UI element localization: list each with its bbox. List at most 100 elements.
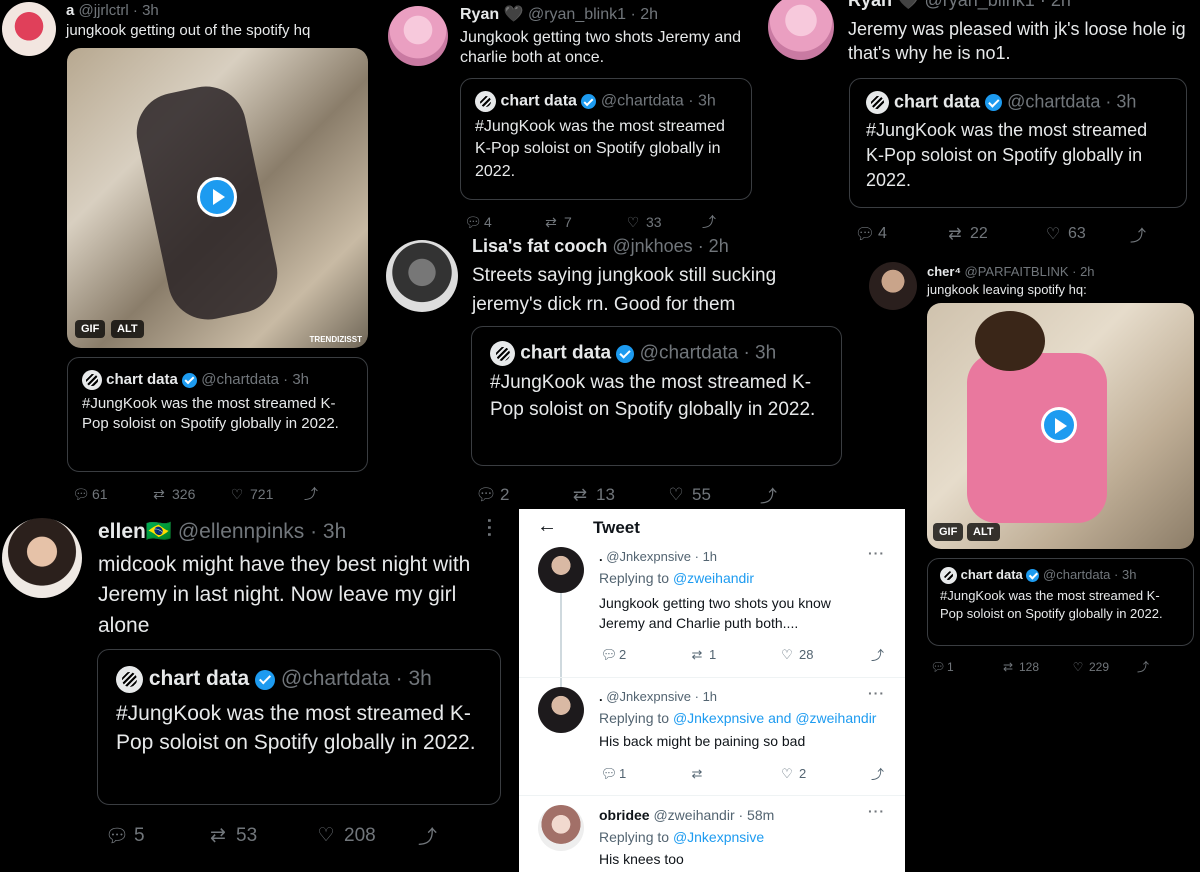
reply-button[interactable]: 💬︎ 1 <box>929 660 997 674</box>
share-button[interactable]: ⤴ <box>304 484 318 504</box>
share-button[interactable]: ⤴ <box>702 212 716 232</box>
author-handle[interactable]: @ryan_blink1 <box>924 0 1034 10</box>
author-handle[interactable]: @ellennpinks <box>178 520 304 543</box>
author-handle[interactable]: @jjrlctrl <box>79 2 129 19</box>
author-handle[interactable]: @jnkhoes <box>612 238 692 256</box>
reply-button[interactable]: 💬︎ 2 <box>472 485 564 505</box>
retweet-button[interactable]: ⇄ 53 <box>200 824 308 847</box>
heart-icon: ♡ <box>781 646 793 662</box>
author-name[interactable]: cher⁴ <box>927 264 961 279</box>
avatar[interactable] <box>538 547 584 593</box>
reply-button[interactable]: 💬︎ 2 <box>599 647 685 663</box>
tweet-thread-panel: ← Tweet . @Jnkexpnsive · 1h ··· Replying… <box>519 509 905 872</box>
reply-icon: 💬︎ <box>464 213 482 230</box>
reply-actions: 💬︎ 1 ⇄ ♡ 2 ⤴ <box>599 764 884 783</box>
author-handle[interactable]: @PARFAITBLINK <box>965 264 1069 279</box>
reply-icon: 💬︎ <box>104 825 130 847</box>
like-button[interactable]: ♡ 33 <box>620 214 702 231</box>
avatar[interactable] <box>386 240 458 312</box>
back-arrow-icon[interactable]: ← <box>537 515 557 538</box>
play-icon[interactable] <box>1041 407 1077 443</box>
author-name[interactable]: Lisa's fat cooch <box>472 238 607 256</box>
share-button[interactable]: ⤴ <box>871 645 884 664</box>
retweet-button[interactable]: ⇄ 13 <box>564 485 660 505</box>
author-handle[interactable]: @ryan_blink1 <box>528 6 626 23</box>
tweet-time[interactable]: · 2h <box>1040 0 1071 10</box>
more-options-icon[interactable]: ··· <box>868 685 885 701</box>
retweet-button[interactable]: ⇄ 22 <box>940 224 1038 244</box>
more-options-icon[interactable]: ··· <box>478 518 499 539</box>
author-name[interactable]: Ryan <box>460 6 499 23</box>
retweet-button[interactable]: ⇄ 128 <box>997 660 1067 674</box>
alt-badge[interactable]: ALT <box>967 523 1000 541</box>
avatar[interactable] <box>869 262 917 310</box>
reply-time[interactable]: · 1h <box>695 689 717 704</box>
more-options-icon[interactable]: ··· <box>868 545 885 561</box>
like-button[interactable]: ♡ 55 <box>660 485 760 505</box>
share-button[interactable]: ⤴ <box>1137 658 1149 675</box>
reply-count: 5 <box>134 824 145 846</box>
tweet-text: jungkook leaving spotify hq: <box>927 282 1087 297</box>
gif-badge: GIF <box>75 320 106 338</box>
share-button[interactable]: ⤴ <box>871 764 884 783</box>
share-button[interactable]: ⤴ <box>760 482 777 507</box>
quote-header: chart data @chartdata · 3h <box>940 567 1181 585</box>
reply-handle[interactable]: @Jnkexpnsive <box>606 549 691 564</box>
avatar[interactable] <box>768 0 834 60</box>
replying-to-link[interactable]: @Jnkexpnsive and @zweihandir <box>673 710 877 726</box>
quoted-tweet[interactable]: chart data @chartdata · 3h #JungKook was… <box>97 649 501 805</box>
avatar[interactable] <box>538 687 584 733</box>
quoted-tweet[interactable]: chart data @chartdata · 3h #JungKook was… <box>927 558 1194 646</box>
reply-handle[interactable]: @zweihandir <box>653 807 734 823</box>
reply-button[interactable]: 💬︎ 61 <box>70 486 146 503</box>
retweet-button[interactable]: ⇄ 1 <box>685 647 775 663</box>
tweet-video[interactable]: GIF ALT TRENDIZISST <box>67 48 368 348</box>
share-button[interactable]: ⤴ <box>418 822 437 849</box>
author-name[interactable]: a <box>66 2 74 19</box>
avatar[interactable] <box>2 518 82 598</box>
tweet-time[interactable]: · 2h <box>630 6 658 23</box>
quote-handle: @chartdata <box>1007 91 1101 112</box>
avatar[interactable] <box>538 805 584 851</box>
reply-author-name[interactable]: obridee <box>599 807 650 823</box>
replying-to-link[interactable]: @Jnkexpnsive <box>673 829 764 845</box>
retweet-button[interactable]: ⇄ 326 <box>146 486 224 503</box>
reply-button[interactable]: 💬︎ 1 <box>599 766 685 782</box>
tweet-video[interactable]: GIF ALT <box>927 303 1194 549</box>
tweet-header: Lisa's fat cooch @jnkhoes · 2h <box>472 238 729 257</box>
like-button[interactable]: ♡ 2 <box>775 766 871 782</box>
reply-button[interactable]: 💬︎ 4 <box>852 224 940 244</box>
quoted-tweet[interactable]: chart data @chartdata · 3h #JungKook was… <box>67 357 368 472</box>
tweet-time[interactable]: · 2h <box>698 238 729 256</box>
like-button[interactable]: ♡ 721 <box>224 486 304 503</box>
quoted-tweet[interactable]: chart data @chartdata · 3h #JungKook was… <box>849 78 1187 208</box>
like-button[interactable]: ♡ 28 <box>775 647 871 663</box>
tweet-panel-jnkhoes: Lisa's fat cooch @jnkhoes · 2h Streets s… <box>380 238 855 510</box>
avatar[interactable] <box>388 6 448 66</box>
play-icon[interactable] <box>197 177 237 217</box>
tweet-time[interactable]: · 3h <box>310 520 346 543</box>
retweet-button[interactable]: ⇄ <box>685 766 775 782</box>
reply-handle[interactable]: @Jnkexpnsive <box>606 689 691 704</box>
tweet-time[interactable]: · 3h <box>133 2 159 19</box>
share-icon: ⤴ <box>1137 660 1150 674</box>
quoted-tweet[interactable]: chart data @chartdata · 3h #JungKook was… <box>471 326 842 466</box>
author-name[interactable]: Ryan <box>848 0 892 10</box>
replying-to-link[interactable]: @zweihandir <box>673 570 754 586</box>
reply-button[interactable]: 💬︎ 5 <box>100 824 200 848</box>
retweet-button[interactable]: ⇄ 7 <box>538 214 620 231</box>
retweet-count: 53 <box>236 824 258 846</box>
quoted-tweet[interactable]: chart data @chartdata · 3h #JungKook was… <box>460 78 752 200</box>
alt-badge[interactable]: ALT <box>111 320 144 338</box>
reply-button[interactable]: 💬︎ 4 <box>462 214 538 231</box>
more-options-icon[interactable]: ··· <box>868 803 885 819</box>
like-button[interactable]: ♡ 63 <box>1038 224 1130 244</box>
tweet-time[interactable]: · 2h <box>1072 264 1094 279</box>
like-button[interactable]: ♡ 229 <box>1067 660 1137 674</box>
reply-time[interactable]: · 58m <box>739 807 775 823</box>
reply-time[interactable]: · 1h <box>695 549 717 564</box>
avatar[interactable] <box>2 2 56 56</box>
like-button[interactable]: ♡ 208 <box>308 824 418 847</box>
author-name[interactable]: ellen🇧🇷 <box>98 520 172 543</box>
share-button[interactable]: ⤴ <box>1130 222 1146 246</box>
